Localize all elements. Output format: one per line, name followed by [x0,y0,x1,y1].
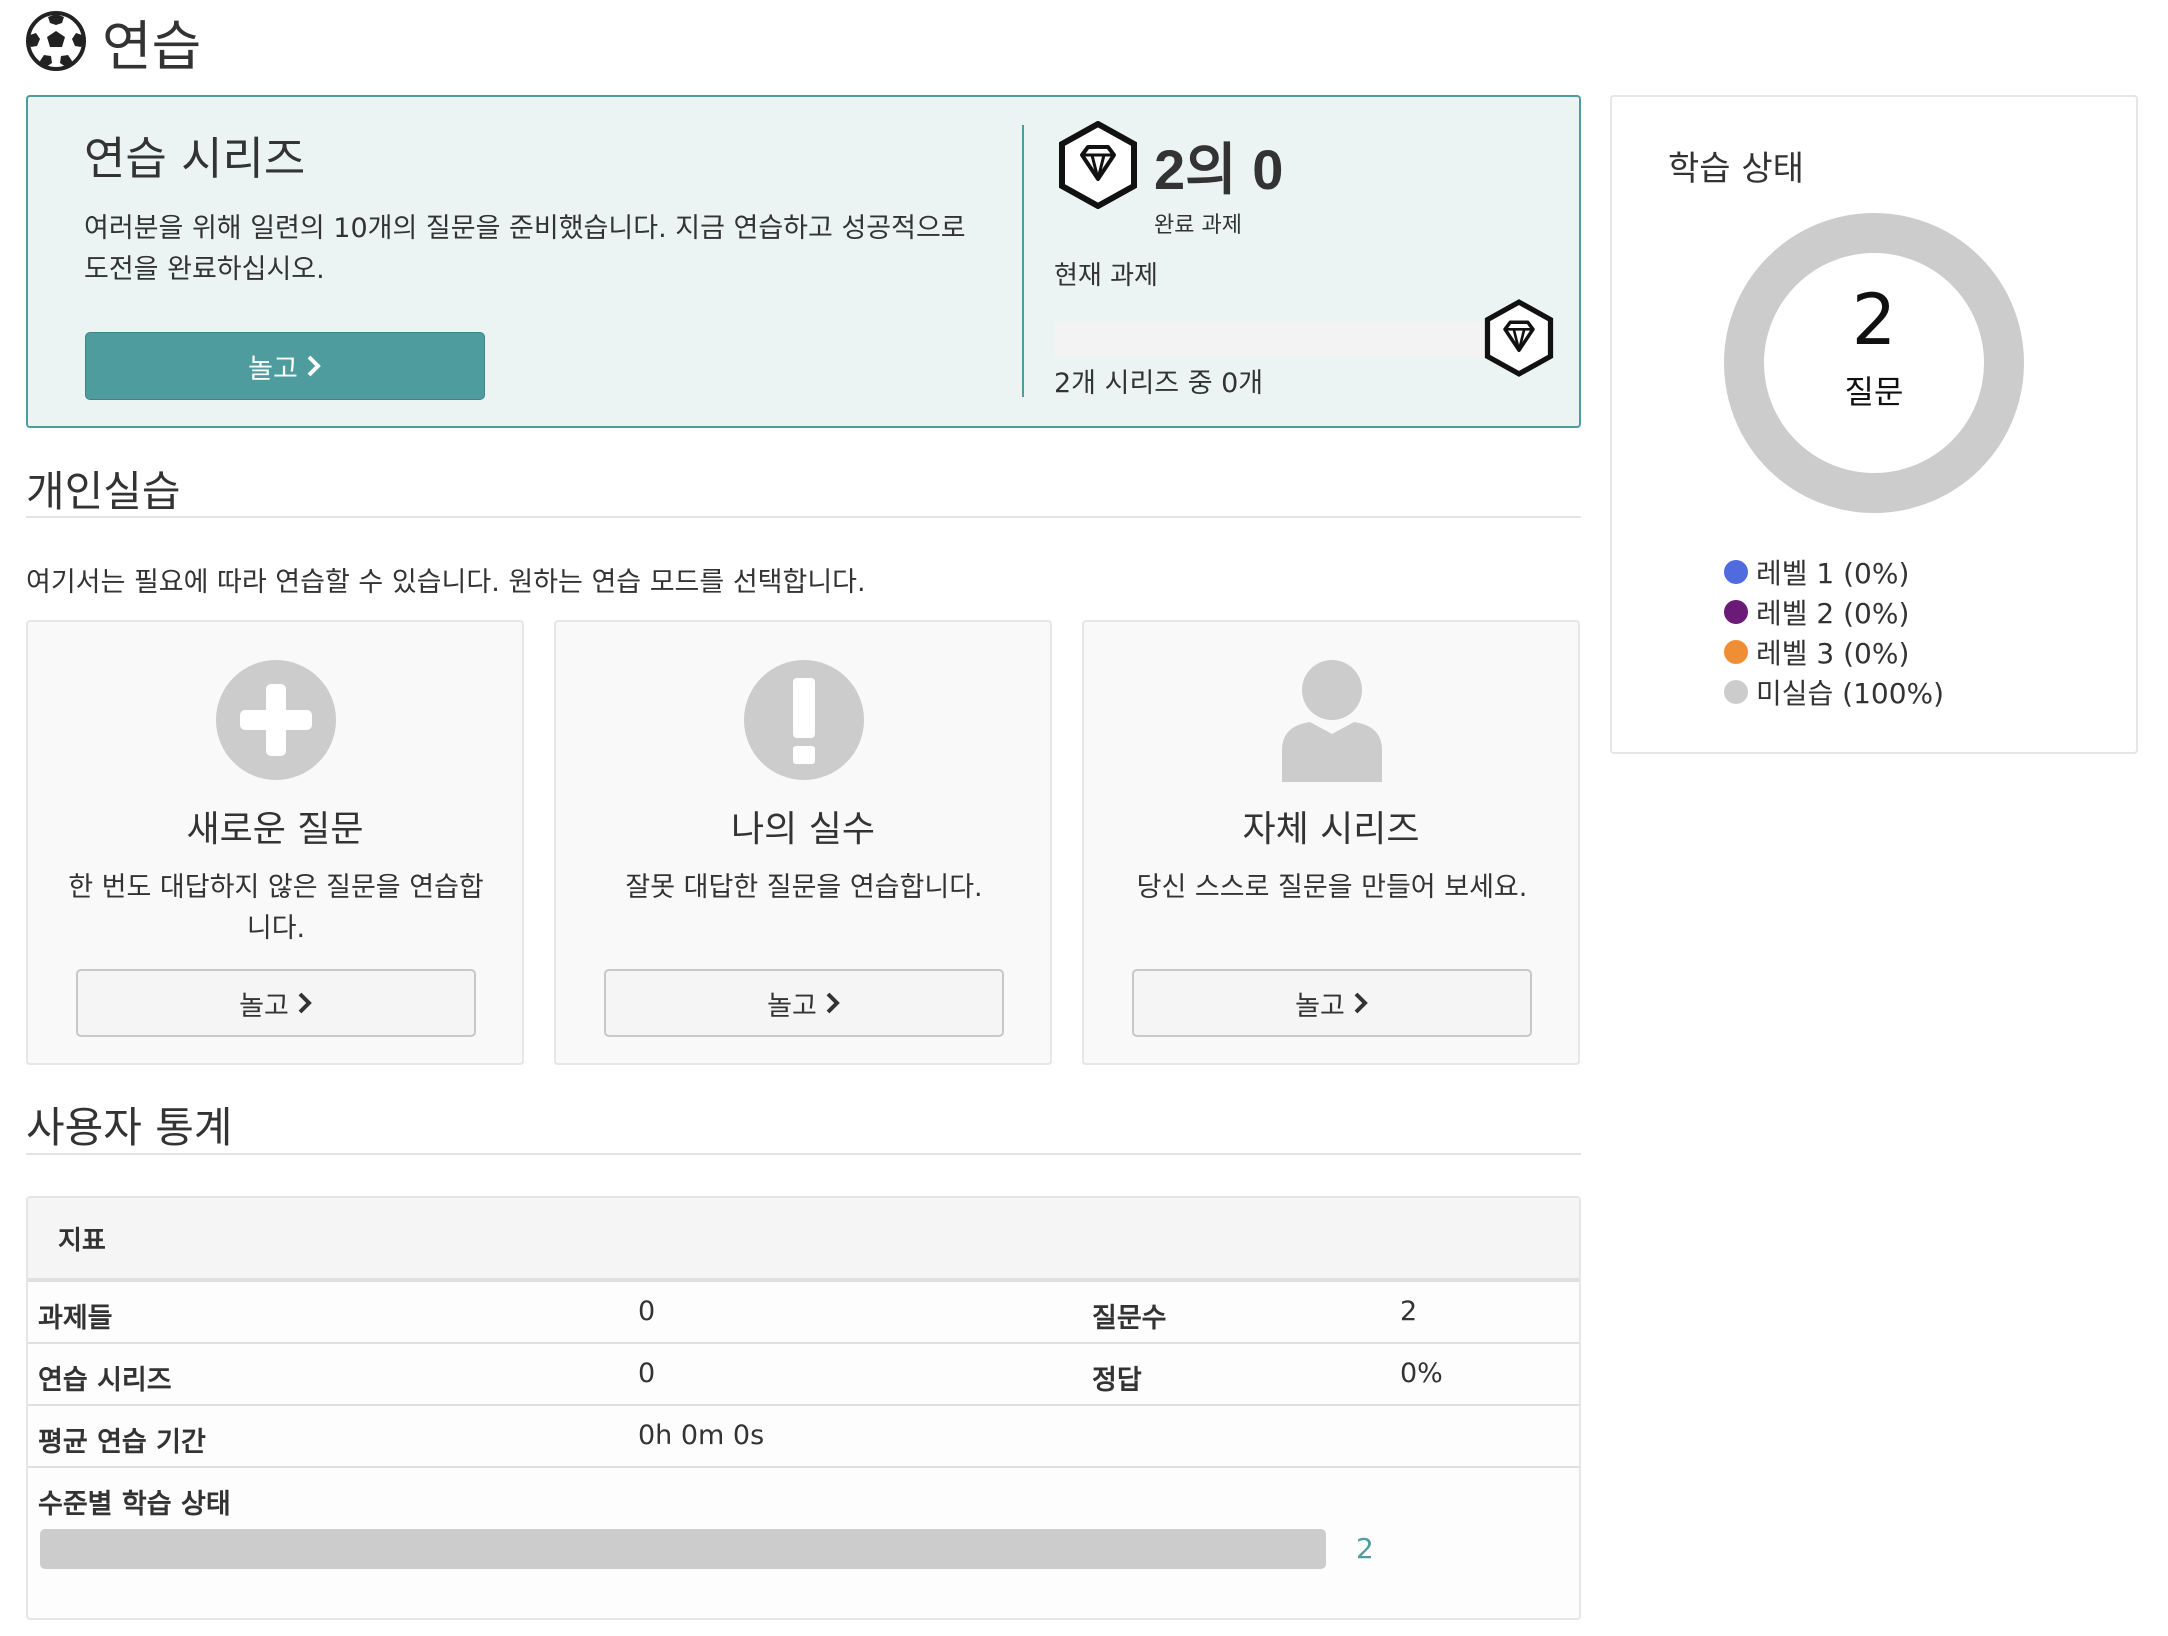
individual-practice-description: 여기서는 필요에 따라 연습할 수 있습니다. 원하는 연습 모드를 선택합니다… [26,567,866,598]
mode-description: 당신 스스로 질문을 만들어 보세요. [1136,872,1528,903]
series-progress-bar [1054,321,1498,357]
level-status-label: 수준별 학습 상태 [38,1489,231,1520]
mode-card-own-series: 자체 시리즈 당신 스스로 질문을 만들어 보세요. 놀고 [1082,620,1580,1065]
current-task-label: 현재 과제 [1054,261,1158,291]
row-label: 정답 [1092,1365,1142,1396]
chevron-right-icon [298,992,312,1014]
legend-label: 레벨 2 (0%) [1756,597,1910,630]
diamond-goal-icon [1484,299,1554,377]
row-label: 평균 연습 기간 [38,1427,206,1458]
practice-series-card: 연습 시리즈 여러분을 위해 일련의 10개의 질문을 준비했습니다. 지금 연… [26,95,1581,428]
chevron-right-icon [826,992,840,1014]
series-progress-text: 2개 시리즈 중 0개 [1054,368,1264,399]
row-label: 연습 시리즈 [38,1365,172,1396]
row-value: 0 [638,1358,656,1389]
play-button-label: 놀고 [239,990,289,1022]
donut-total: 2 [1851,279,1897,361]
completed-score: 2의 0 [1154,138,1284,201]
mode-title: 나의 실수 [731,809,875,850]
row-label: 과제들 [38,1303,113,1334]
legend-label: 레벨 1 (0%) [1756,557,1910,590]
legend-dot [1724,600,1748,624]
own-series-play-button[interactable]: 놀고 [1132,969,1532,1037]
stats-table: 지표 과제들 0 질문수 2 연습 시리즈 0 정답 0% 평균 연습 기간 0… [26,1196,1581,1620]
legend-dot [1724,640,1748,664]
chevron-right-icon [1354,992,1368,1014]
status-title: 학습 상태 [1668,149,1804,189]
stats-table-header: 지표 [28,1198,1579,1280]
status-donut-chart [1724,213,2024,513]
row-value: 2 [1400,1296,1418,1327]
page-title: 연습 [102,14,202,78]
series-info: 연습 시리즈 여러분을 위해 일련의 10개의 질문을 준비했습니다. 지금 연… [84,122,994,290]
diamond-badge-icon [1059,121,1137,209]
legend-label: 레벨 3 (0%) [1756,637,1910,670]
table-row: 연습 시리즈 0 정답 0% [28,1342,1579,1404]
play-button-label: 놀고 [767,990,817,1022]
row-value: 0 [638,1296,656,1327]
page-header: 연습 [26,6,201,78]
series-description: 여러분을 위해 일련의 10개의 질문을 준비했습니다. 지금 연습하고 성공적… [84,213,966,285]
mode-description: 잘못 대답한 질문을 연습합니다. [625,872,983,903]
learning-status-panel: 학습 상태 2 질문 레벨 1 (0%) 레벨 2 (0%) 레벨 3 (0%)… [1610,95,2138,754]
table-row: 평균 연습 기간 0h 0m 0s [28,1404,1579,1466]
legend-dot [1724,560,1748,584]
my-mistakes-play-button[interactable]: 놀고 [604,969,1004,1037]
row-value: 0% [1400,1358,1443,1389]
mode-title: 자체 시리즈 [1242,809,1420,850]
level-progress-bar [40,1529,1326,1569]
exclamation-circle-icon [744,660,864,780]
mode-title: 새로운 질문 [186,809,364,850]
individual-practice-heading: 개인실습 [26,467,181,516]
completed-caption: 완료 과제 [1154,213,1242,238]
legend-item: 레벨 2 (0%) [1724,592,1944,632]
legend-item: 미실습 (100%) [1724,672,1944,712]
new-questions-play-button[interactable]: 놀고 [76,969,476,1037]
row-value: 0h 0m 0s [638,1420,765,1451]
table-row: 과제들 0 질문수 2 [28,1280,1579,1342]
donut-total-label: 질문 [1844,373,1904,411]
legend-label: 미실습 (100%) [1756,677,1945,710]
section-divider [26,516,1581,518]
mode-description: 한 번도 대답하지 않은 질문을 연습합니다. [68,872,484,944]
plus-circle-icon [216,660,336,780]
legend-item: 레벨 1 (0%) [1724,552,1944,592]
play-button-label: 놀고 [1295,990,1345,1022]
mode-card-my-mistakes: 나의 실수 잘못 대답한 질문을 연습합니다. 놀고 [554,620,1052,1065]
mode-card-new-questions: 새로운 질문 한 번도 대답하지 않은 질문을 연습합니다. 놀고 [26,620,524,1065]
status-legend: 레벨 1 (0%) 레벨 2 (0%) 레벨 3 (0%) 미실습 (100%) [1724,552,1944,712]
series-play-button[interactable]: 놀고 [85,332,485,400]
legend-dot [1724,680,1748,704]
user-icon [1282,660,1382,782]
level-count: 2 [1356,1532,1374,1565]
soccer-ball-icon [26,11,86,71]
row-label: 질문수 [1092,1303,1167,1334]
section-divider [26,1153,1581,1155]
series-divider [1022,125,1024,397]
series-play-label: 놀고 [248,353,298,385]
chevron-right-icon [307,355,321,377]
user-stats-heading: 사용자 통계 [26,1103,233,1152]
legend-item: 레벨 3 (0%) [1724,632,1944,672]
series-title: 연습 시리즈 [84,132,306,185]
